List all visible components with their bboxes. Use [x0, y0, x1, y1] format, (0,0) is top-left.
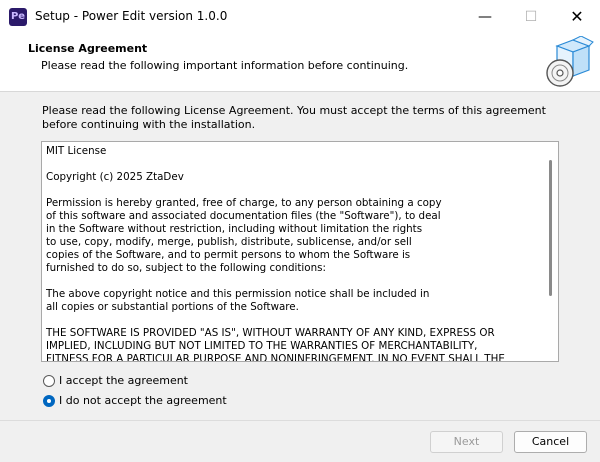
accept-label[interactable]: I accept the agreement	[59, 374, 188, 387]
accept-radio[interactable]	[43, 374, 55, 387]
title-bar: Pe Setup - Power Edit version 1.0.0 — ☐ …	[0, 0, 600, 34]
license-scrollbar[interactable]	[544, 142, 558, 361]
decline-option[interactable]: I do not accept the agreement	[43, 394, 227, 407]
close-button[interactable]: ✕	[554, 0, 600, 33]
install-box-disc-icon	[546, 36, 594, 87]
accept-option[interactable]: I accept the agreement	[43, 374, 188, 387]
window-title: Setup - Power Edit version 1.0.0	[35, 9, 228, 23]
decline-label[interactable]: I do not accept the agreement	[59, 394, 227, 407]
page-title: License Agreement	[28, 42, 148, 55]
license-textarea[interactable]: MIT License Copyright (c) 2025 ZtaDev Pe…	[41, 141, 559, 362]
cancel-button[interactable]: Cancel	[514, 431, 587, 453]
next-button[interactable]: Next	[430, 431, 503, 453]
scrollbar-thumb[interactable]	[549, 160, 552, 296]
app-icon: Pe	[9, 8, 27, 26]
footer-divider	[0, 420, 600, 421]
decline-radio[interactable]	[43, 394, 55, 407]
license-text: MIT License Copyright (c) 2025 ZtaDev Pe…	[46, 145, 505, 362]
wizard-header: License Agreement Please read the follow…	[0, 33, 600, 92]
intro-text: Please read the following License Agreem…	[42, 104, 546, 131]
minimize-button[interactable]: —	[462, 0, 508, 33]
maximize-button[interactable]: ☐	[508, 0, 554, 33]
page-subtitle: Please read the following important info…	[41, 59, 409, 72]
